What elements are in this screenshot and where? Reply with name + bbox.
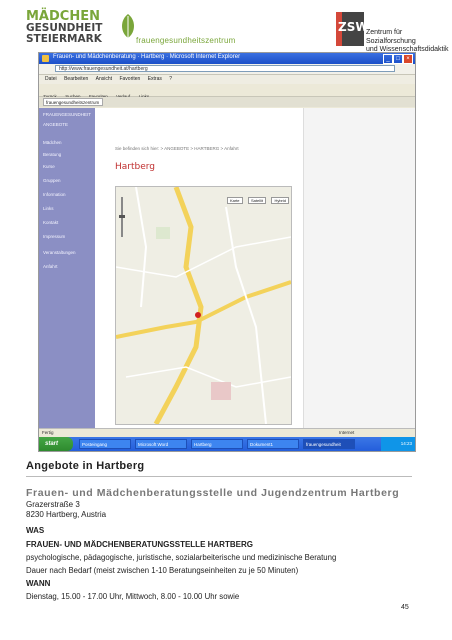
address-input[interactable]: http://www.frauengesundheit.at/hartberg <box>55 65 395 72</box>
service-duration: Dauer nach Bedarf (meist zwischen 1-10 B… <box>26 566 299 575</box>
sidebar-item-veranstaltungen[interactable]: Veranstaltungen <box>43 250 76 255</box>
logo-subtitle: frauengesundheitszentrum <box>136 36 236 45</box>
zsw-logo-text: ZSW <box>338 20 369 34</box>
zoom-slider-icon[interactable] <box>119 197 125 237</box>
taskbar-item-1[interactable]: Posteingang <box>79 439 131 449</box>
map-type-hybrid[interactable]: Hybrid <box>271 197 289 204</box>
sidebar-item-kurse[interactable]: Kurse <box>43 164 55 169</box>
status-zone: Internet <box>339 430 355 435</box>
map-type-satellit[interactable]: Satellit <box>247 197 266 204</box>
sidebar-item-maedchen[interactable]: Mädchen <box>43 140 62 145</box>
sidebar-item-impressum[interactable]: Impressum <box>43 234 65 239</box>
menu-item-help[interactable]: ? <box>169 76 172 82</box>
sidebar-item-anfahrt[interactable]: Anfahrt <box>43 264 58 269</box>
sidebar-item-information[interactable]: Information <box>43 192 66 197</box>
wann-label: WANN <box>26 579 51 588</box>
menu-bar: Datei Bearbeiten Ansicht Favoriten Extra… <box>39 75 415 84</box>
map-type-buttons: Karte Satellit Hybrid <box>226 189 289 207</box>
zsw-title: Zentrum für Sozialforschung und Wissensc… <box>366 29 452 55</box>
taskbar-item-5[interactable]: frauengesundheit <box>303 439 355 449</box>
organization-name: FRAUEN- UND MÄDCHENBERATUNGSSTELLE HARTB… <box>26 540 253 549</box>
browser-toolbar: Zurück Suchen Favoriten Verlauf Links <box>39 85 415 99</box>
tab-frauengesundheitszentrum[interactable]: frauengesundheitszentrum <box>43 98 103 106</box>
was-label: WAS <box>26 526 45 535</box>
sidebar-item-kontakt[interactable]: Kontakt <box>43 220 58 225</box>
address-city: 8230 Hartberg, Austria <box>26 510 107 519</box>
service-description: psychologische, pädagogische, juristisch… <box>26 553 337 562</box>
taskbar-item-2[interactable]: Microsoft Word <box>135 439 187 449</box>
address-street: Grazerstraße 3 <box>26 500 80 509</box>
start-button[interactable]: start <box>39 437 73 451</box>
ie-icon <box>42 55 49 62</box>
page-right-margin <box>303 108 415 428</box>
sidebar-item-gruppen[interactable]: Gruppen <box>43 178 61 183</box>
maximize-icon[interactable]: □ <box>393 54 403 64</box>
opening-times: Dienstag, 15.00 - 17.00 Uhr, Mittwoch, 8… <box>26 592 240 601</box>
menu-item-bearbeiten[interactable]: Bearbeiten <box>64 76 88 82</box>
section-divider <box>26 476 412 477</box>
status-bar: Fertig Internet <box>39 428 415 437</box>
zsw-title-line-1: Zentrum für Sozialforschung <box>366 29 416 45</box>
site-sidebar: FRAUENGESUNDHEIT ANGEBOTE Mädchen Beratu… <box>39 108 95 428</box>
tab-row: frauengesundheitszentrum <box>39 97 415 107</box>
breadcrumb: Sie befinden sich hier: > ANGEBOTE > HAR… <box>115 146 239 151</box>
taskbar-item-3[interactable]: Hartberg <box>191 439 243 449</box>
windows-taskbar: start Posteingang Microsoft Word Hartber… <box>39 437 415 451</box>
minimize-icon[interactable]: _ <box>383 54 393 64</box>
close-icon[interactable]: × <box>403 54 413 64</box>
sidebar-item-angebote[interactable]: ANGEBOTE <box>43 122 68 127</box>
window-title: Frauen- und Mädchenberatung · Hartberg ·… <box>53 54 241 60</box>
system-tray-clock: 14:23 <box>381 437 415 451</box>
map-type-karte[interactable]: Karte <box>226 197 243 204</box>
leaf-icon <box>122 14 134 38</box>
sidebar-item-links[interactable]: Links <box>43 206 54 211</box>
maedchengesundheit-logo: MÄDCHEN GESUNDHEIT STEIERMARK <box>26 10 136 45</box>
window-titlebar: Frauen- und Mädchenberatung · Hartberg ·… <box>39 53 415 64</box>
page-number: 45 <box>401 604 409 611</box>
organization-heading: Frauen- und Mädchenberatungsstelle und J… <box>26 487 400 499</box>
page-content: Sie befinden sich hier: > ANGEBOTE > HAR… <box>95 108 303 428</box>
menu-item-datei[interactable]: Datei <box>45 76 57 82</box>
menu-item-ansicht[interactable]: Ansicht <box>96 76 112 82</box>
zsw-logo: ZSW <box>336 12 369 46</box>
sidebar-item-frauengesundheit[interactable]: FRAUENGESUNDHEIT <box>43 112 91 117</box>
map-graphic <box>116 187 291 424</box>
content-title: Hartberg <box>115 162 156 172</box>
section-title: Angebote in Hartberg <box>26 460 145 472</box>
location-map[interactable]: Karte Satellit Hybrid <box>115 186 292 425</box>
browser-screenshot: Frauen- und Mädchenberatung · Hartberg ·… <box>38 52 416 452</box>
menu-item-favoriten[interactable]: Favoriten <box>119 76 140 82</box>
menu-item-extras[interactable]: Extras <box>148 76 162 82</box>
address-bar: http://www.frauengesundheit.at/hartberg <box>39 64 415 75</box>
status-text: Fertig <box>42 430 54 435</box>
sidebar-item-beratung[interactable]: Beratung <box>43 152 61 157</box>
taskbar-item-4[interactable]: Dokument1 <box>247 439 299 449</box>
